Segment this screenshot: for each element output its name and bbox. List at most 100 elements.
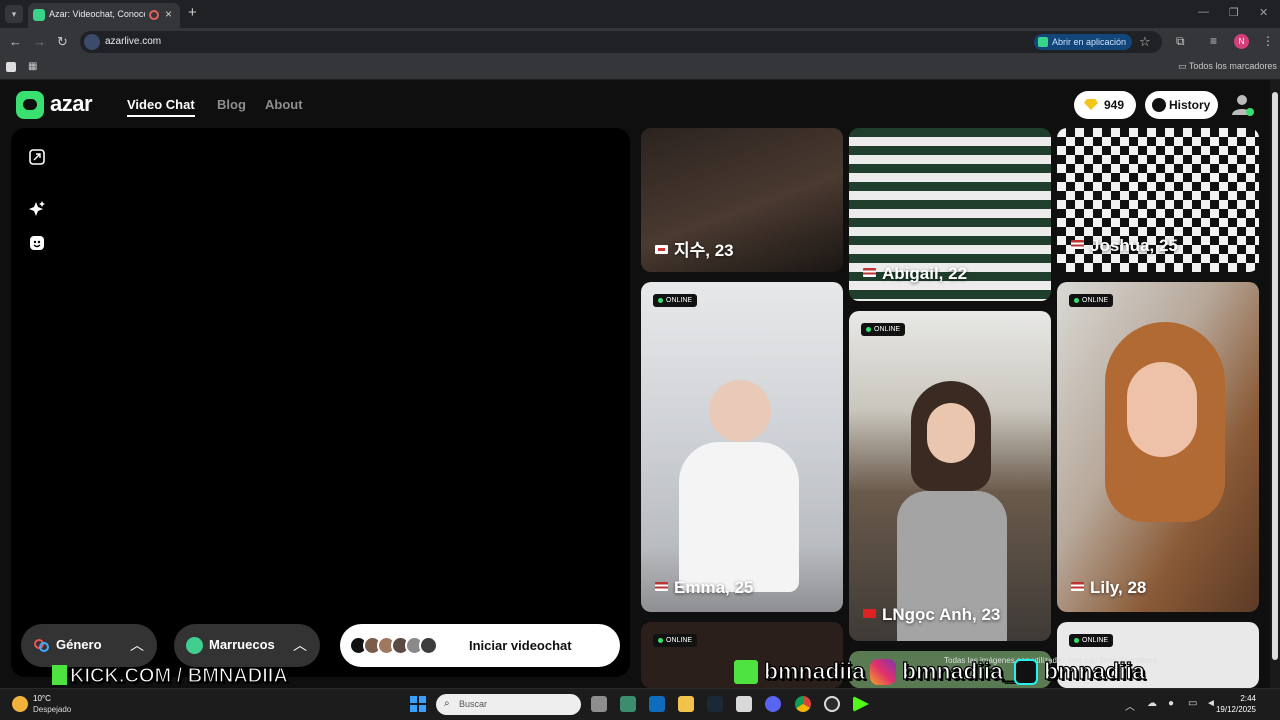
scrollbar-thumb[interactable] (1272, 92, 1278, 660)
profile-card[interactable]: 지수, 23 (641, 128, 843, 272)
coin-count: 949 (1104, 98, 1125, 112)
profile-photo-shape (679, 442, 799, 592)
clock-time[interactable]: 2:44 (1224, 694, 1256, 703)
logo-text[interactable]: azar (50, 91, 93, 117)
profile-name: Joshua, 25 (1071, 236, 1178, 256)
profile-card[interactable]: Abigail, 22 (849, 128, 1051, 301)
discord-icon[interactable] (765, 696, 781, 712)
tray-app-icon[interactable] (736, 696, 752, 712)
avatar (419, 636, 438, 655)
all-bookmarks-folder[interactable]: ▭ Todos los marcadores (1178, 61, 1277, 72)
forward-arrow-icon[interactable]: → (33, 34, 46, 49)
all-bookmarks-label: Todos los marcadores (1188, 61, 1277, 71)
tab-close-icon[interactable]: × (165, 7, 172, 21)
coin-balance-button[interactable]: 949 (1074, 91, 1136, 119)
apps-grid-icon[interactable]: ▦ (28, 61, 37, 72)
profile-name: LNgọc Anh, 23 (863, 605, 1000, 625)
chrome-icon[interactable] (795, 696, 811, 712)
temperature[interactable]: 10°C (33, 694, 51, 703)
microphone-icon[interactable]: ● (1168, 698, 1174, 709)
open-in-app-button[interactable]: Abrir en aplicación (1034, 34, 1132, 50)
media-controls-icon[interactable]: ≡ (1210, 34, 1217, 48)
profile-avatar[interactable]: N (1234, 34, 1249, 49)
app-icon (1038, 37, 1048, 47)
profile-name: 지수, 23 (655, 236, 734, 261)
bookmark-star-icon[interactable]: ☆ (1139, 34, 1151, 50)
nav-about[interactable]: About (265, 97, 303, 112)
azar-logo-icon[interactable] (16, 91, 44, 119)
windows-start-icon[interactable] (410, 696, 426, 712)
flag-us-icon (863, 268, 876, 277)
azar-favicon-icon (33, 9, 45, 21)
profile-card[interactable]: Joshua, 25 (1057, 128, 1259, 272)
video-panel: Género ︿ Marruecos ︿ Iniciar videochat (11, 128, 630, 677)
url-text[interactable]: azarlive.com (105, 36, 161, 47)
flag-us-icon (1071, 240, 1084, 249)
nav-video-chat[interactable]: Video Chat (127, 97, 195, 117)
taskbar-search[interactable]: ⌕ Buscar (436, 694, 581, 715)
task-view-icon[interactable] (591, 696, 607, 712)
instagram-icon (870, 659, 896, 685)
moon-weather-icon[interactable] (12, 696, 28, 712)
bookmarks-bar: ▦ ▭ Todos los marcadores (0, 56, 1280, 80)
address-bar[interactable]: azarlive.com Abrir en aplicación ☆ (80, 31, 1162, 53)
recording-indicator-icon (149, 10, 159, 20)
tiktok-icon (1014, 659, 1038, 685)
online-badge: ONLINE (653, 294, 698, 307)
sparkle-effects-icon[interactable] (28, 200, 46, 218)
browser-toolbar: ← → ↻ azarlive.com Abrir en aplicación ☆… (0, 28, 1280, 56)
history-button[interactable]: History (1145, 91, 1218, 119)
profile-card[interactable]: ONLINE Emma, 25 (641, 282, 843, 612)
open-in-app-label: Abrir en aplicación (1052, 37, 1127, 47)
back-arrow-icon[interactable]: ← (9, 34, 22, 49)
country-filter-button[interactable]: Marruecos ︿ (174, 624, 320, 667)
network-tray-icon[interactable]: ☁ (1147, 698, 1157, 709)
online-badge: ONLINE (861, 323, 906, 336)
display-icon[interactable]: ▭ (1188, 698, 1197, 709)
bookmark-page-icon[interactable] (6, 62, 16, 72)
globe-icon (186, 637, 203, 654)
page-scrollbar[interactable] (1270, 80, 1280, 688)
history-label: History (1169, 98, 1211, 112)
profile-name: Abigail, 22 (863, 264, 967, 284)
reload-icon[interactable]: ↻ (57, 34, 68, 50)
minimize-window-icon[interactable]: — (1198, 6, 1209, 18)
country-label: Marruecos (209, 637, 275, 652)
profile-card[interactable]: ONLINE Lily, 28 (1057, 282, 1259, 612)
browser-tab[interactable]: Azar: Videochat, Conoce Ar × (28, 3, 180, 28)
new-tab-button[interactable]: + (188, 4, 197, 21)
start-videochat-button[interactable]: Iniciar videochat (340, 624, 620, 667)
menu-kebab-icon[interactable]: ⋮ (1262, 34, 1274, 48)
store-icon[interactable] (620, 696, 636, 712)
obs-icon[interactable] (824, 696, 840, 712)
face-filter-icon[interactable] (28, 234, 46, 252)
clock-date[interactable]: 19/12/2025 (1210, 705, 1256, 714)
tray-overflow-icon[interactable]: ︿ (1125, 698, 1135, 713)
file-explorer-icon[interactable] (678, 696, 694, 712)
expand-icon[interactable] (28, 148, 46, 166)
nav-blog[interactable]: Blog (217, 97, 246, 112)
close-window-icon[interactable]: ✕ (1259, 6, 1268, 19)
extensions-icon[interactable]: ⧉ (1176, 34, 1185, 49)
tab-title: Azar: Videochat, Conoce Ar (49, 9, 145, 19)
steam-icon[interactable] (707, 696, 723, 712)
user-account-icon[interactable] (1229, 91, 1255, 117)
weather-description[interactable]: Despejado (33, 705, 71, 714)
profile-name: Emma, 25 (655, 578, 753, 598)
browser-tab-strip: ▾ Azar: Videochat, Conoce Ar × + — ❐ ✕ (0, 0, 1280, 28)
profile-card[interactable]: ONLINE LNgọc Anh, 23 (849, 311, 1051, 641)
outlook-icon[interactable] (649, 696, 665, 712)
instagram-handle-text: bmnadiia_ (901, 657, 1016, 684)
online-badge: ONLINE (1069, 634, 1114, 647)
restore-window-icon[interactable]: ❐ (1229, 6, 1239, 19)
kick-app-icon[interactable] (853, 696, 869, 712)
profile-name: Lily, 28 (1071, 578, 1146, 598)
azar-page: azar Video Chat Blog About 949 History G… (0, 80, 1280, 688)
profile-photo-shape (709, 380, 771, 442)
search-icon: ⌕ (444, 698, 450, 709)
site-info-icon[interactable] (84, 34, 100, 50)
gender-filter-button[interactable]: Género ︿ (21, 624, 157, 667)
chevron-up-icon: ︿ (130, 637, 144, 653)
tab-search-button[interactable]: ▾ (5, 5, 23, 23)
kick-overlay-text: KICK.COM / BMNADIIA (69, 664, 288, 687)
